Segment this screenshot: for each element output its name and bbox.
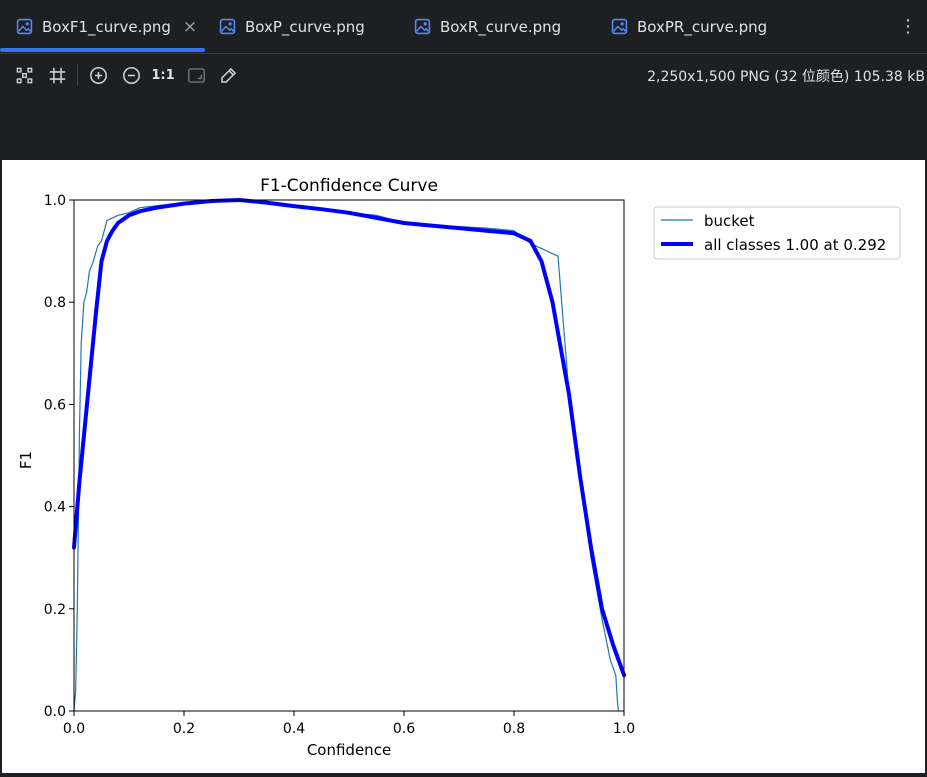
- plot-frame: [73, 199, 625, 712]
- grid-toggle-button[interactable]: [46, 64, 68, 86]
- x-axis-label: Confidence: [307, 741, 391, 759]
- legend-label-all-classes: all classes 1.00 at 0.292: [704, 236, 886, 254]
- y-tick-label: 0.4: [44, 500, 66, 516]
- x-tick-label: 0.6: [393, 721, 415, 737]
- plot-lines: [72, 198, 626, 712]
- x-tick-label: 1.0: [613, 721, 635, 737]
- f1-confidence-chart: F1-Confidence Curve Confidence F1 0.0 0.2…: [17, 176, 901, 759]
- series-line-all-classes: [72, 198, 626, 678]
- image-file-icon: [414, 18, 431, 35]
- y-tick-label: 1.0: [44, 193, 66, 209]
- series-line-bucket: [73, 200, 620, 712]
- y-axis-label: F1: [17, 451, 35, 469]
- tab-boxr-curve[interactable]: BoxR_curve.png: [414, 0, 561, 53]
- eyedropper-icon: [220, 67, 236, 83]
- legend-label-bucket: bucket: [704, 212, 755, 230]
- actual-size-button[interactable]: 1:1: [151, 64, 175, 86]
- image-file-icon: [611, 18, 628, 35]
- actual-size-label: 1:1: [151, 67, 175, 83]
- zoom-in-icon: [89, 66, 107, 84]
- zoom-out-button[interactable]: [120, 64, 142, 86]
- legend: bucket all classes 1.00 at 0.292: [653, 206, 901, 260]
- tab-label: BoxPR_curve.png: [637, 17, 768, 36]
- image-preview: F1-Confidence Curve Confidence F1 0.0 0.2…: [2, 160, 925, 773]
- tab-label: BoxF1_curve.png: [42, 17, 171, 36]
- y-tick-label: 0.8: [44, 295, 66, 311]
- fit-zoom-button[interactable]: [185, 64, 207, 86]
- tab-bar: BoxF1_curve.png × BoxP_curve.png BoxR_cu…: [0, 0, 927, 54]
- y-tick-label: 0.0: [44, 704, 66, 720]
- tab-boxpr-curve[interactable]: BoxPR_curve.png: [611, 0, 767, 53]
- image-info: 2,250x1,500 PNG (32 位颜色) 105.38 kB: [647, 69, 925, 85]
- tab-label: BoxR_curve.png: [440, 17, 562, 36]
- tab-label: BoxP_curve.png: [245, 17, 365, 36]
- chart-title: F1-Confidence Curve: [260, 176, 438, 196]
- color-picker-button[interactable]: [217, 64, 239, 86]
- fit-to-window-button[interactable]: [13, 64, 35, 86]
- image-file-icon: [16, 18, 33, 35]
- tab-boxp-curve[interactable]: BoxP_curve.png: [219, 0, 365, 53]
- close-icon[interactable]: ×: [183, 17, 197, 37]
- tab-boxf1-curve[interactable]: BoxF1_curve.png ×: [16, 0, 197, 53]
- toolbar-separator: [77, 64, 78, 86]
- grid-icon: [49, 67, 65, 83]
- zoom-out-icon: [122, 66, 140, 84]
- x-tick-label: 0.2: [173, 721, 195, 737]
- image-canvas-background: [0, 98, 927, 160]
- image-file-icon: [219, 18, 236, 35]
- x-tick-label: 0.0: [63, 721, 85, 737]
- zoom-in-button[interactable]: [87, 64, 109, 86]
- fit-icon: [16, 67, 32, 83]
- y-tick-label: 0.6: [44, 397, 66, 413]
- active-tab-indicator: [0, 48, 205, 52]
- x-tick-label: 0.4: [283, 721, 305, 737]
- y-tick-label: 0.2: [44, 602, 66, 618]
- x-tick-label: 0.8: [503, 721, 525, 737]
- more-options-icon[interactable]: ⋮: [899, 14, 917, 40]
- fit-zoom-icon: [187, 67, 205, 83]
